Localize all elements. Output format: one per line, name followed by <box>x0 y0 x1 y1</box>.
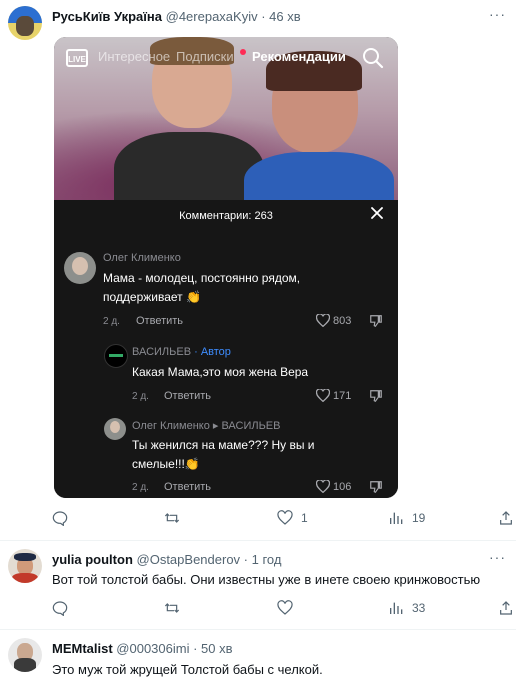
heart-icon <box>316 389 330 402</box>
author-name[interactable]: ВАСИЛЬЕВ <box>132 346 191 358</box>
comments-title: Комментарии: 263 <box>179 210 273 222</box>
views-button[interactable]: 33 <box>388 600 425 616</box>
display-name[interactable]: yulia poulton <box>52 552 133 567</box>
dislike-icon[interactable] <box>369 314 383 328</box>
comment-author[interactable]: Олег Клименко ▸ ВАСИЛЬЕВ <box>132 419 280 432</box>
tweet-3: MEMtalist @000306imi · 50 хв Это муж той… <box>0 630 516 684</box>
avatar[interactable] <box>8 549 42 583</box>
tweet-media[interactable]: LIVE Интересное Подписки Рекомендации Ко… <box>54 37 398 498</box>
avatar[interactable] <box>104 344 128 368</box>
comments-sheet: Комментарии: 263 Олег Клименко Мама - мо… <box>54 200 398 498</box>
views-button[interactable]: 19 <box>388 510 425 526</box>
dislike-icon[interactable] <box>369 389 383 403</box>
timestamp[interactable]: · 46 хв <box>261 9 300 24</box>
view-count: 19 <box>412 511 426 525</box>
heart-icon <box>316 314 330 327</box>
more-icon[interactable]: ··· <box>489 549 506 565</box>
avatar[interactable] <box>8 6 42 40</box>
more-icon[interactable]: ··· <box>489 6 506 22</box>
reply-icon <box>52 601 68 616</box>
tweet-actions: 1 19 <box>52 510 512 532</box>
comment-author: ВАСИЛЬЕВ · Автор <box>132 346 231 358</box>
comment-line: Мама - молодец, постоянно рядом, <box>103 271 301 285</box>
comment-author[interactable]: Олег Клименко <box>103 252 181 264</box>
close-icon[interactable] <box>370 206 384 220</box>
like-button[interactable]: 803 <box>316 314 351 327</box>
comment-date: 2 д. <box>132 482 149 493</box>
views-icon <box>390 512 403 524</box>
retweet-icon <box>164 603 180 613</box>
notification-dot <box>240 49 246 55</box>
comment-line: Ты женился на маме??? Ну вы и <box>132 438 315 452</box>
like-count: 1 <box>301 511 308 525</box>
tweet-header: MEMtalist @000306imi · 50 хв <box>52 641 233 656</box>
like-button[interactable] <box>277 600 301 616</box>
comment-text: Мама - молодец, постоянно рядом, поддерж… <box>103 269 300 307</box>
reply-button[interactable]: Ответить <box>136 315 183 327</box>
like-button[interactable]: 1 <box>277 510 308 526</box>
comment-date: 2 д. <box>132 391 149 402</box>
share-button[interactable] <box>498 600 514 616</box>
views-icon <box>390 602 403 614</box>
tab-interesting[interactable]: Интересное <box>98 49 170 64</box>
handle[interactable]: @4erepaxaKyiv <box>166 9 258 24</box>
comment-text: Какая Мама,это моя жена Вера <box>132 365 309 379</box>
comment-line: поддерживает 👏 <box>103 290 201 304</box>
heart-icon <box>316 480 330 493</box>
reply-icon <box>52 511 68 526</box>
comment-text: Ты женился на маме??? Ну вы и смелые!!!👏 <box>132 436 315 474</box>
video-frame: LIVE Интересное Подписки Рекомендации <box>54 37 398 207</box>
heart-icon <box>277 600 293 615</box>
comment-line: смелые!!!👏 <box>132 457 200 471</box>
avatar[interactable] <box>8 638 42 672</box>
share-icon <box>500 511 512 525</box>
tweet-2: yulia poulton @OstapBenderov · 1 год ···… <box>0 541 516 629</box>
retweet-button[interactable] <box>164 510 188 526</box>
reply-button[interactable]: Ответить <box>164 390 211 402</box>
tweet-header: yulia poulton @OstapBenderov · 1 год <box>52 552 281 567</box>
tab-following[interactable]: Подписки <box>176 49 234 64</box>
like-count: 803 <box>333 314 352 327</box>
tab-recommended[interactable]: Рекомендации <box>252 49 346 64</box>
reply-button[interactable] <box>52 510 76 526</box>
timestamp[interactable]: · 1 год <box>244 552 282 567</box>
view-count: 33 <box>412 601 426 615</box>
like-count: 171 <box>333 389 352 402</box>
tweet-actions: 33 <box>52 600 512 622</box>
reply-button[interactable]: Ответить <box>164 481 211 493</box>
tiktok-nav: LIVE Интересное Подписки Рекомендации <box>54 47 398 71</box>
display-name[interactable]: РусьКиїв Україна <box>52 9 162 24</box>
avatar[interactable] <box>64 252 96 284</box>
avatar[interactable] <box>104 418 126 440</box>
heart-icon <box>277 510 293 525</box>
comment-date: 2 д. <box>103 316 120 327</box>
live-button[interactable]: LIVE <box>66 49 88 67</box>
handle[interactable]: @OstapBenderov <box>137 552 241 567</box>
tweet-1: РусьКиїв Україна @4erepaxaKyiv · 46 хв ·… <box>0 0 516 540</box>
search-icon[interactable] <box>362 47 384 69</box>
retweet-button[interactable] <box>164 600 188 616</box>
tweet-text: Это муж той жрущей Толстой бабы с челкой… <box>52 662 323 677</box>
display-name[interactable]: MEMtalist <box>52 641 113 656</box>
timestamp[interactable]: · 50 хв <box>193 641 232 656</box>
retweet-icon <box>164 513 180 523</box>
like-button[interactable]: 106 <box>316 480 351 493</box>
tweet-text: Вот той толстой бабы. Они известны уже в… <box>52 572 481 587</box>
share-icon <box>500 601 512 615</box>
author-badge: · Автор <box>194 346 231 358</box>
like-button[interactable]: 171 <box>316 389 351 402</box>
handle[interactable]: @000306imi <box>116 641 189 656</box>
like-count: 106 <box>333 480 352 493</box>
reply-button[interactable] <box>52 600 76 616</box>
tweet-header: РусьКиїв Україна @4erepaxaKyiv · 46 хв <box>52 9 301 24</box>
share-button[interactable] <box>498 510 514 526</box>
dislike-icon[interactable] <box>369 480 383 494</box>
